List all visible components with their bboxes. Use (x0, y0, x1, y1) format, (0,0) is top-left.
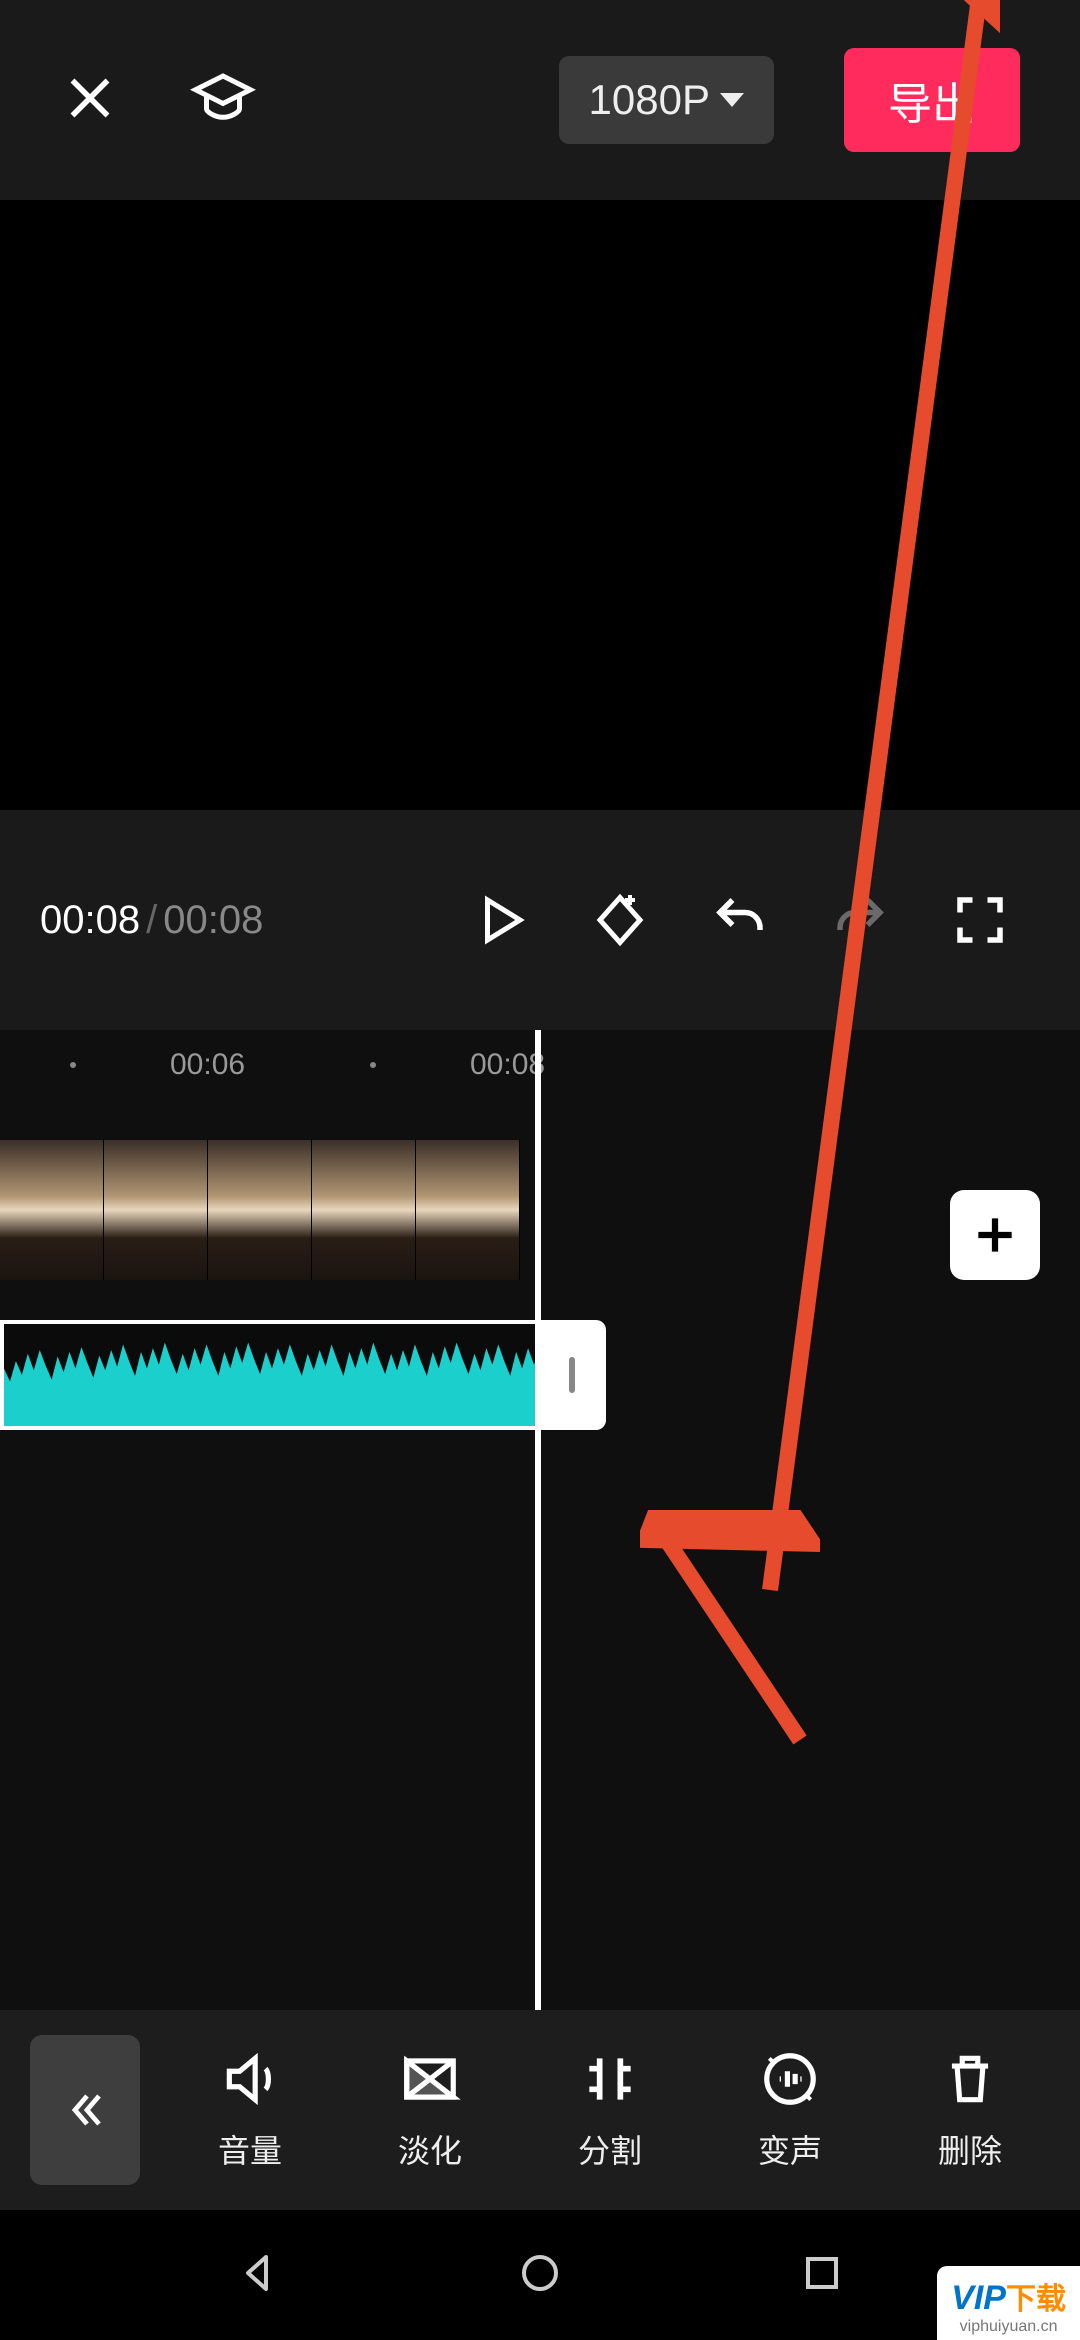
fade-tool[interactable]: 淡化 (398, 2048, 462, 2172)
volume-tool[interactable]: 音量 (218, 2048, 282, 2172)
voice-change-icon (759, 2048, 821, 2110)
tool-label: 分割 (578, 2126, 642, 2172)
nav-back-icon[interactable] (234, 2249, 282, 2302)
current-time: 00:08 (40, 898, 140, 942)
bottom-toolbar: 音量 淡化 分割 变声 删除 (0, 2010, 1080, 2210)
chevron-down-icon (720, 93, 744, 107)
watermark: VIP下载 viphuiyuan.cn (937, 2266, 1080, 2340)
nav-home-icon[interactable] (516, 2249, 564, 2302)
resolution-label: 1080P (589, 76, 710, 124)
export-button[interactable]: 导出 (844, 48, 1020, 152)
fullscreen-button[interactable] (920, 890, 1040, 950)
play-button[interactable] (440, 890, 560, 950)
video-track[interactable] (0, 1140, 520, 1280)
tool-label: 音量 (218, 2126, 282, 2172)
redo-button[interactable] (800, 890, 920, 950)
undo-button[interactable] (680, 890, 800, 950)
system-nav-bar (0, 2210, 1080, 2340)
annotation-arrow (640, 1510, 820, 1760)
export-label: 导出 (888, 80, 976, 129)
tool-label: 变声 (758, 2126, 822, 2172)
watermark-brand: VIP (951, 2279, 1006, 2317)
volume-icon (219, 2048, 281, 2110)
audio-track[interactable] (0, 1320, 538, 1430)
back-button[interactable] (30, 2035, 140, 2185)
playhead[interactable] (535, 1030, 541, 2010)
add-clip-button[interactable] (950, 1190, 1040, 1280)
delete-tool[interactable]: 删除 (938, 2048, 1002, 2172)
fade-icon (399, 2048, 461, 2110)
keyframe-button[interactable] (560, 890, 680, 950)
top-bar: 1080P 导出 (0, 0, 1080, 200)
voice-change-tool[interactable]: 变声 (758, 2048, 822, 2172)
close-icon[interactable] (60, 68, 120, 133)
video-preview[interactable] (0, 200, 1080, 810)
total-time: 00:08 (163, 898, 263, 942)
watermark-url: viphuiyuan.cn (960, 2318, 1058, 2336)
tool-label: 删除 (938, 2126, 1002, 2172)
ruler-tick: 00:06 (170, 1048, 245, 1082)
graduation-cap-icon[interactable] (190, 65, 256, 136)
ruler-tick: 00:08 (470, 1048, 545, 1082)
split-tool[interactable]: 分割 (578, 2048, 642, 2172)
audio-clip-handle[interactable] (538, 1320, 606, 1430)
resolution-selector[interactable]: 1080P (559, 56, 774, 144)
tool-label: 淡化 (398, 2126, 462, 2172)
playback-controls: 00:08/00:08 (0, 810, 1080, 1030)
waveform-icon (4, 1324, 538, 1426)
time-display: 00:08/00:08 (40, 898, 263, 943)
trash-icon (939, 2048, 1001, 2110)
nav-recent-icon[interactable] (798, 2249, 846, 2302)
timeline[interactable]: 00:06 00:08 (0, 1030, 1080, 2010)
split-icon (579, 2048, 641, 2110)
